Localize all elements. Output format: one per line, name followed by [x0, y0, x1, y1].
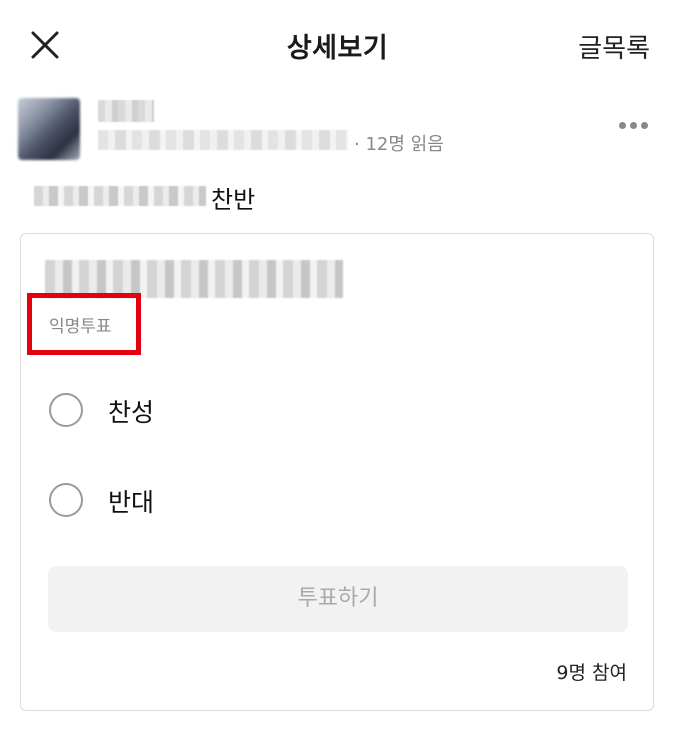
- poll-option-label: 찬성: [108, 398, 155, 427]
- participant-count: 9명 참여: [556, 662, 627, 684]
- author-name-blurred[interactable]: [98, 100, 154, 122]
- page-title: 상세보기: [286, 33, 389, 64]
- vote-button[interactable]: 투표하기: [48, 566, 628, 632]
- read-count: · 12명 읽음: [354, 134, 444, 155]
- avatar[interactable]: [18, 98, 80, 160]
- more-horizontal-icon: [619, 122, 626, 129]
- radio-button[interactable]: [49, 393, 83, 427]
- poll-option-agree[interactable]: 찬성: [47, 387, 607, 437]
- poll-option-disagree[interactable]: 반대: [47, 477, 607, 527]
- post-content-text: 찬반: [211, 186, 256, 214]
- post-content-blurred: [34, 186, 206, 206]
- poll-option-label: 반대: [108, 488, 155, 517]
- header-bar: 상세보기 글목록: [0, 0, 675, 92]
- more-options-button[interactable]: [615, 116, 651, 136]
- list-button[interactable]: 글목록: [578, 28, 650, 65]
- poll-card: 익명투표 찬성 반대 투표하기 9명 참여: [20, 233, 654, 711]
- radio-button[interactable]: [49, 483, 83, 517]
- anonymous-vote-tag: 익명투표: [49, 317, 112, 337]
- author-meta-blurred: [98, 130, 348, 150]
